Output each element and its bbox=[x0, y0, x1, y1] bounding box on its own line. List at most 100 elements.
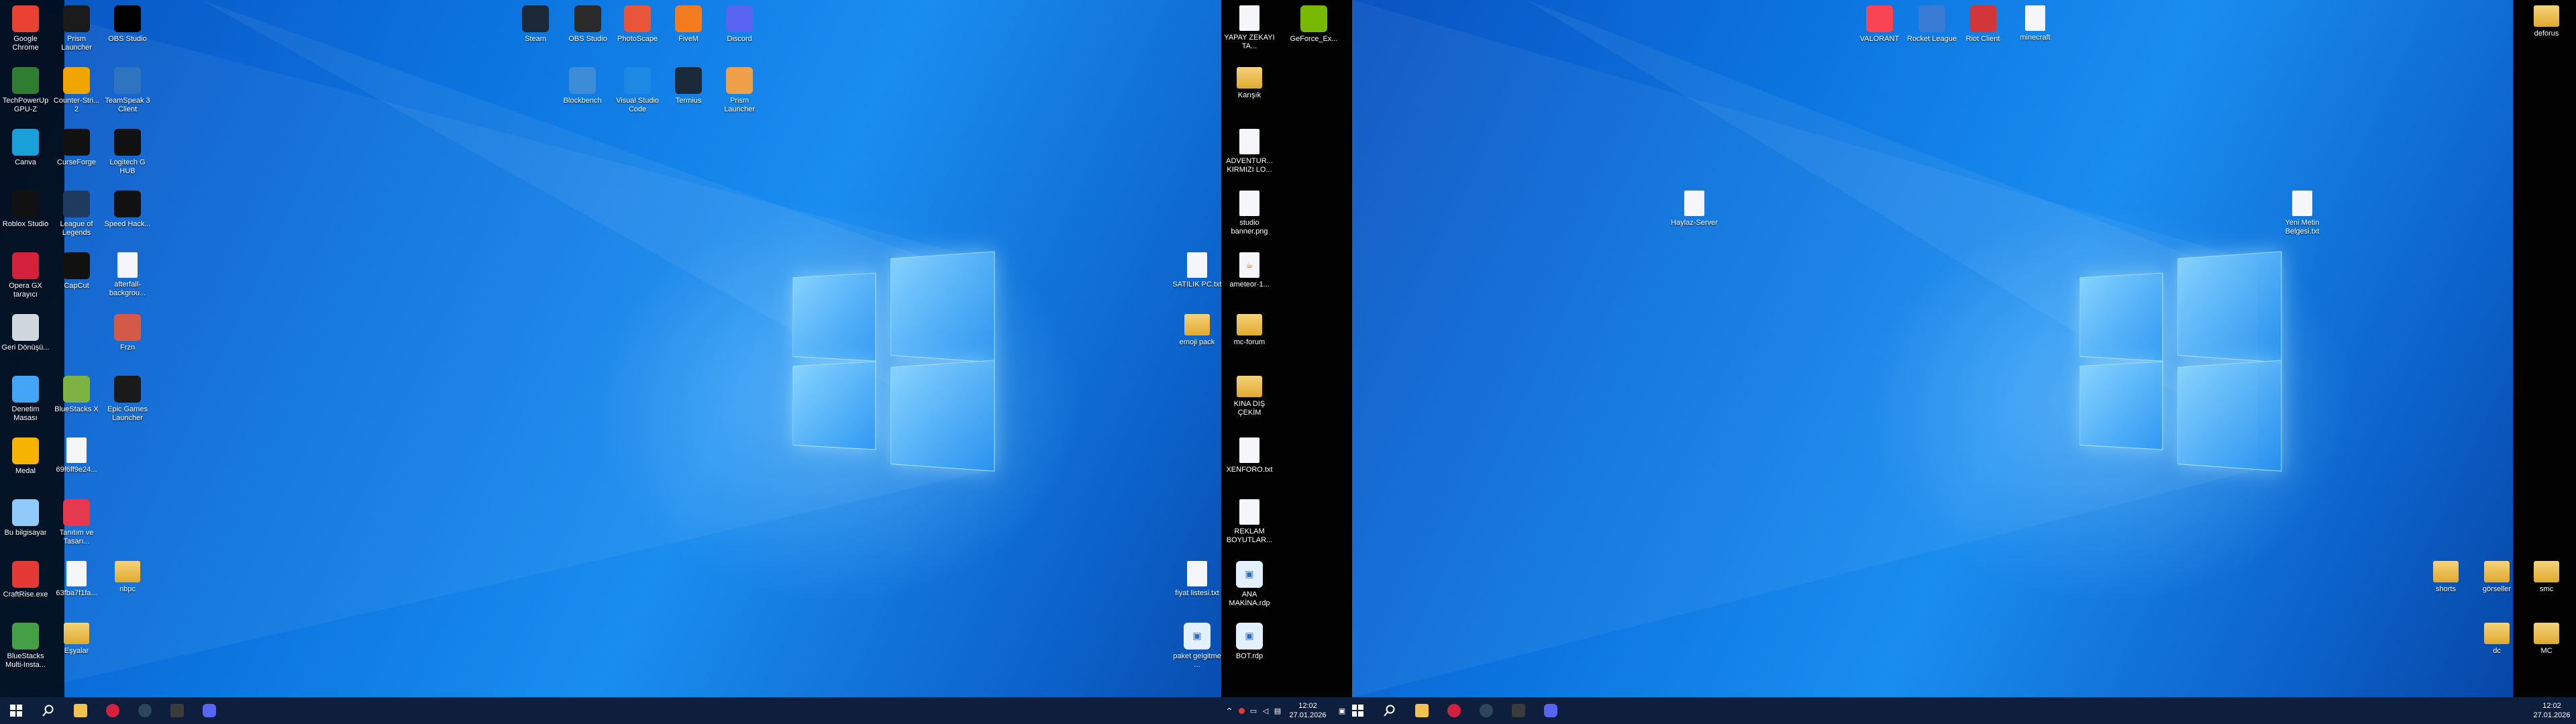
desktop-icon[interactable]: mc-forum bbox=[1224, 314, 1275, 347]
desktop-icon[interactable]: PhotoScape bbox=[612, 5, 663, 44]
start-button-right[interactable] bbox=[1352, 697, 1374, 724]
desktop-icon[interactable]: 69f6ff9e24... bbox=[51, 437, 102, 474]
obs-icon bbox=[574, 5, 601, 32]
desktop-icon[interactable]: CapCut bbox=[51, 252, 102, 291]
taskbar-clock-right[interactable]: 12:02 27.01.2026 bbox=[2528, 701, 2576, 720]
desktop-icon[interactable]: GeForce_Ex... bbox=[1288, 5, 1339, 44]
desktop-icon[interactable]: ☕ ameteor-1... bbox=[1224, 252, 1275, 289]
desktop-icon[interactable]: MC bbox=[2521, 623, 2572, 656]
desktop-icon[interactable]: Medal bbox=[0, 437, 51, 476]
desktop-icon[interactable]: Prism Launcher bbox=[714, 67, 765, 114]
taskbar-clock[interactable]: 12:02 27.01.2026 bbox=[1284, 701, 1332, 720]
desktop-icon[interactable]: BlueStacks Multi-Insta... bbox=[0, 623, 51, 670]
taskbar-discord[interactable] bbox=[193, 697, 225, 724]
desktop-icon[interactable]: dc bbox=[2471, 623, 2522, 656]
desktop-icon[interactable]: nbpc bbox=[102, 561, 153, 594]
desktop-icon[interactable]: OBS Studio bbox=[562, 5, 613, 44]
desktop-icon[interactable]: Google Chrome bbox=[0, 5, 51, 52]
desktop-icon[interactable]: FiveM bbox=[663, 5, 714, 44]
desktop-icon[interactable]: Haylaz-Server bbox=[1669, 191, 1720, 227]
desktop-icon[interactable]: ▣ BOT.rdp bbox=[1224, 623, 1275, 661]
taskbar-file-explorer[interactable] bbox=[64, 697, 97, 724]
steam-icon bbox=[1480, 704, 1493, 717]
taskbar-steam[interactable] bbox=[129, 697, 161, 724]
desktop-icon[interactable]: REKLAM BOYUTLAR... bbox=[1224, 499, 1275, 545]
desktop-icon[interactable]: Canva bbox=[0, 129, 51, 167]
desktop-icon[interactable]: 63fba7f1fa... bbox=[51, 561, 102, 598]
desktop-icon[interactable]: CraftRise.exe bbox=[0, 561, 51, 599]
desktop-icon-label: ameteor-1... bbox=[1229, 280, 1269, 289]
desktop-icon[interactable]: deforus bbox=[2521, 5, 2572, 38]
desktop-icon[interactable]: minecraft bbox=[2010, 5, 2061, 42]
desktop-icon[interactable]: Counter-Stri... 2 bbox=[51, 67, 102, 114]
tray-network-icon[interactable]: ▭ bbox=[1247, 697, 1259, 724]
taskbar-app[interactable] bbox=[161, 697, 193, 724]
desktop-icon[interactable]: TechPowerUp GPU-Z bbox=[0, 67, 51, 114]
desktop-icon[interactable]: Blockbench bbox=[557, 67, 608, 105]
desktop-icon[interactable]: Eşyalar bbox=[51, 623, 102, 656]
desktop-icon[interactable]: Epic Games Launcher bbox=[102, 376, 153, 423]
desktop-icon[interactable]: afterfall-backgrou... bbox=[102, 252, 153, 298]
desktop-icon-label: TechPowerUp GPU-Z bbox=[0, 97, 51, 114]
desktop-icon-label: BlueStacks Multi-Insta... bbox=[0, 652, 51, 670]
desktop-icon[interactable]: studio banner.png bbox=[1224, 191, 1275, 236]
g-icon bbox=[114, 191, 141, 217]
desktop-icon[interactable]: KINA DIŞ ÇEKİM bbox=[1224, 376, 1275, 417]
desktop-icon[interactable]: Termius bbox=[663, 67, 714, 105]
desktop-icon[interactable]: Opera GX tarayıcı bbox=[0, 252, 51, 299]
desktop-icon[interactable]: SATILIK PC.txt bbox=[1172, 252, 1223, 289]
taskbar-opera-gx[interactable] bbox=[97, 697, 129, 724]
league-icon bbox=[63, 191, 90, 217]
search-button[interactable] bbox=[32, 697, 64, 724]
desktop-icon[interactable]: ADVENTUR... KIRMIZI LO... bbox=[1224, 129, 1275, 174]
taskbar-steam-right[interactable] bbox=[1470, 697, 1502, 724]
desktop-icon[interactable]: Tanıtım ve Tasarı... bbox=[51, 499, 102, 546]
desktop-icon[interactable]: fiyat listesi.txt bbox=[1172, 561, 1223, 598]
desktop-icon[interactable]: Visual Studio Code bbox=[612, 67, 663, 114]
desktop-icon[interactable]: smc bbox=[2521, 561, 2572, 594]
desktop-icon[interactable]: Prism Launcher bbox=[51, 5, 102, 52]
desktop-icon[interactable]: Discord bbox=[714, 5, 765, 44]
desktop-icon[interactable]: OBS Studio bbox=[102, 5, 153, 44]
desktop-icon[interactable]: Riot Client bbox=[1957, 5, 2008, 44]
notification-icon[interactable]: ▣ bbox=[1332, 697, 1352, 724]
desktop-icon[interactable]: Speed Hack... bbox=[102, 191, 153, 229]
tray-record-icon[interactable] bbox=[1235, 697, 1247, 724]
tray-volume-icon[interactable]: ◁ bbox=[1259, 697, 1272, 724]
desktop-icon[interactable]: Logitech G HUB bbox=[102, 129, 153, 176]
obs-icon bbox=[114, 5, 141, 32]
start-button[interactable] bbox=[0, 697, 32, 724]
desktop-icon[interactable]: BlueStacks X bbox=[51, 376, 102, 414]
desktop-icon[interactable]: XENFORO.txt bbox=[1224, 437, 1275, 474]
taskbar-app-right[interactable] bbox=[1502, 697, 1535, 724]
desktop-icon[interactable]: YAPAY ZEKAYI TA... bbox=[1224, 5, 1275, 51]
search-button-right[interactable] bbox=[1374, 697, 1406, 724]
desktop-icon[interactable]: ▣ ANA MAKİNA.rdp bbox=[1224, 561, 1275, 608]
desktop-icon[interactable]: Steam bbox=[510, 5, 561, 44]
tray-chevron-icon[interactable]: ^ bbox=[1223, 697, 1235, 724]
taskbar-file-explorer-right[interactable] bbox=[1406, 697, 1438, 724]
taskbar-discord-right[interactable] bbox=[1535, 697, 1567, 724]
desktop-icon-label: Visual Studio Code bbox=[612, 97, 663, 114]
desktop-icon[interactable]: Geri Dönüşü... bbox=[0, 314, 51, 352]
desktop-icon[interactable]: League of Legends bbox=[51, 191, 102, 238]
folder-icon bbox=[2534, 623, 2559, 644]
desktop-icon[interactable]: emoji pack bbox=[1172, 314, 1223, 347]
desktop-icon-label: League of Legends bbox=[51, 220, 102, 238]
desktop-icon[interactable]: Bu bilgisayar bbox=[0, 499, 51, 537]
desktop-icon[interactable]: Denetim Masası bbox=[0, 376, 51, 423]
desktop-icon[interactable]: Roblox Studio bbox=[0, 191, 51, 229]
desktop-icon[interactable]: TeamSpeak 3 Client bbox=[102, 67, 153, 114]
desktop-icon[interactable]: ▣ paket gelgitme ... bbox=[1172, 623, 1223, 670]
desktop-icon-label: studio banner.png bbox=[1224, 219, 1275, 236]
desktop-icon[interactable]: Karışık bbox=[1224, 67, 1275, 100]
desktop-icon[interactable]: Frzn bbox=[102, 314, 153, 352]
taskbar-opera-gx-right[interactable] bbox=[1438, 697, 1470, 724]
desktop-icon[interactable]: CurseForge bbox=[51, 129, 102, 167]
desktop-icon[interactable]: görseller bbox=[2471, 561, 2522, 594]
tray-keyboard-icon[interactable]: ▤ bbox=[1272, 697, 1284, 724]
desktop-icon[interactable]: shorts bbox=[2420, 561, 2471, 594]
desktop-icon[interactable]: Rocket League bbox=[1906, 5, 1957, 44]
desktop-icon[interactable]: VALORANT bbox=[1854, 5, 1905, 44]
desktop-icon[interactable]: Yeni Metin Belgesi.txt bbox=[2277, 191, 2328, 236]
